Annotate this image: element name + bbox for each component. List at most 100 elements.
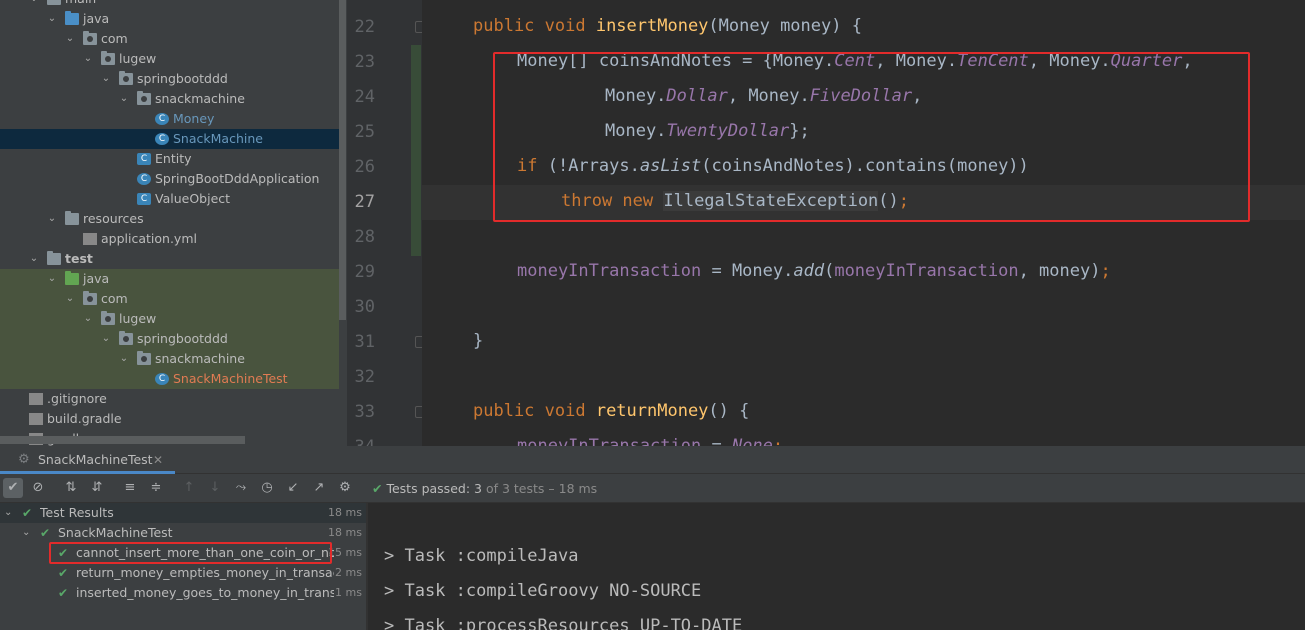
tree-item-snackmachinetest[interactable]: C SnackMachineTest bbox=[0, 369, 347, 389]
tree-item-lugew[interactable]: ⌄ lugew bbox=[0, 49, 347, 69]
console-output[interactable]: > Task :compileJava > Task :compileGroovy… bbox=[368, 503, 1305, 630]
line-number[interactable]: 24 bbox=[347, 87, 375, 107]
next-failed-icon[interactable]: ↓ bbox=[205, 478, 225, 498]
show-ignored-icon[interactable]: ⊘ bbox=[28, 478, 48, 498]
chevron-down-icon[interactable]: ⌄ bbox=[29, 0, 39, 9]
previous-failed-icon[interactable]: ↑ bbox=[179, 478, 199, 498]
tab-snackmachinetest[interactable]: ⚙ SnackMachineTest ✕ bbox=[0, 446, 175, 474]
line-number[interactable]: 31 bbox=[347, 332, 375, 352]
scrollbar-thumb[interactable] bbox=[339, 0, 346, 320]
package-icon bbox=[137, 351, 151, 365]
tree-item-lugew[interactable]: ⌄ lugew bbox=[0, 309, 347, 329]
tree-item-gitignore[interactable]: .gitignore bbox=[0, 389, 347, 409]
tree-item-label: ValueObject bbox=[155, 191, 231, 206]
tree-item-resources[interactable]: ⌄ resources bbox=[0, 209, 347, 229]
test-runner-toolbar: ✔ ⊘ ⇅ ⇵ ≡ ≑ ↑ ↓ ⤳ ◷ ↙ ↗ ⚙ ✔ Tests passed… bbox=[0, 474, 1305, 503]
chevron-down-icon[interactable]: ⌄ bbox=[65, 289, 75, 309]
line-number[interactable]: 25 bbox=[347, 122, 375, 142]
run-tool-window-tabs: ⚙ SnackMachineTest ✕ bbox=[0, 446, 1305, 474]
line-number[interactable]: 27 bbox=[347, 192, 375, 212]
sort-by-duration-icon[interactable]: ⇵ bbox=[87, 478, 107, 498]
open-icon[interactable]: ↗ bbox=[309, 478, 329, 498]
line-number[interactable]: 26 bbox=[347, 157, 375, 177]
sort-alphabetically-icon[interactable]: ⇅ bbox=[61, 478, 81, 498]
export-icon[interactable]: ↙ bbox=[283, 478, 303, 498]
project-vertical-scrollbar[interactable] bbox=[339, 0, 347, 446]
show-passed-icon[interactable]: ✔ bbox=[3, 478, 23, 498]
tree-item-valueobject[interactable]: C ValueObject bbox=[0, 189, 347, 209]
test-highlight-box bbox=[49, 542, 332, 564]
tree-item-springbootdddapplication[interactable]: C SpringBootDddApplication bbox=[0, 169, 347, 189]
tree-item-money[interactable]: C Money bbox=[0, 109, 347, 129]
tree-item-entity[interactable]: C Entity bbox=[0, 149, 347, 169]
chevron-down-icon[interactable]: ⌄ bbox=[4, 503, 12, 523]
abstract-class-icon: C bbox=[137, 193, 151, 205]
package-dot bbox=[141, 356, 147, 362]
passed-check-icon: ✔ bbox=[40, 526, 51, 540]
tree-item-label: lugew bbox=[119, 311, 157, 326]
chevron-down-icon[interactable]: ⌄ bbox=[47, 9, 57, 29]
tree-item-springbootddd[interactable]: ⌄ springbootddd bbox=[0, 329, 347, 349]
test-duration: 18 ms bbox=[328, 526, 362, 539]
test-name-label: inserted_money_goes_to_money_in_transact… bbox=[76, 585, 334, 600]
console-line: > Task :compileGroovy NO-SOURCE bbox=[384, 581, 702, 601]
package-icon bbox=[119, 331, 133, 345]
chevron-down-icon[interactable]: ⌄ bbox=[22, 523, 30, 543]
line-number[interactable]: 32 bbox=[347, 367, 375, 387]
test-duration: 15 ms bbox=[328, 546, 362, 559]
test-method-node[interactable]: ✔ inserted_money_goes_to_money_in_transac… bbox=[0, 583, 366, 603]
line-number[interactable]: 29 bbox=[347, 262, 375, 282]
tree-item-snackmachine[interactable]: ⌄ snackmachine bbox=[0, 349, 347, 369]
chevron-down-icon[interactable]: ⌄ bbox=[119, 349, 129, 369]
tree-item-springbootddd[interactable]: ⌄ springbootddd bbox=[0, 69, 347, 89]
line-number[interactable]: 23 bbox=[347, 52, 375, 72]
class-icon: C bbox=[155, 113, 169, 125]
tree-item-snackmachine[interactable]: C SnackMachine bbox=[0, 129, 347, 149]
tree-item-test[interactable]: ⌄ test bbox=[0, 249, 347, 269]
chevron-down-icon[interactable]: ⌄ bbox=[83, 49, 93, 69]
line-number[interactable]: 22 bbox=[347, 17, 375, 37]
collapse-all-icon[interactable]: ≑ bbox=[146, 478, 166, 498]
tree-item-java[interactable]: ⌄ java bbox=[0, 269, 347, 289]
tree-item-main[interactable]: ⌄ main bbox=[0, 0, 347, 9]
tree-item-java[interactable]: ⌄ java bbox=[0, 9, 347, 29]
expand-all-icon[interactable]: ≡ bbox=[120, 478, 140, 498]
gradle-file-icon bbox=[29, 413, 43, 425]
chevron-down-icon[interactable]: ⌄ bbox=[65, 29, 75, 49]
history-icon[interactable]: ◷ bbox=[257, 478, 277, 498]
tree-item-label: springbootddd bbox=[137, 71, 228, 86]
tree-item-com[interactable]: ⌄ com bbox=[0, 29, 347, 49]
tests-passed-detail: of 3 tests – 18 ms bbox=[485, 481, 598, 496]
chevron-down-icon[interactable]: ⌄ bbox=[119, 89, 129, 109]
tree-item-label: SnackMachine bbox=[173, 131, 263, 146]
close-icon[interactable]: ✕ bbox=[153, 446, 163, 474]
console-line: > Task :compileJava bbox=[384, 546, 579, 566]
test-results-root[interactable]: ⌄ ✔ Test Results 18 ms bbox=[0, 503, 366, 523]
test-class-node[interactable]: ⌄ ✔ SnackMachineTest 18 ms bbox=[0, 523, 366, 543]
tree-item-label: main bbox=[65, 0, 96, 9]
chevron-down-icon[interactable]: ⌄ bbox=[47, 209, 57, 229]
chevron-down-icon[interactable]: ⌄ bbox=[101, 329, 111, 349]
test-method-node[interactable]: ✔ return_money_empties_money_in_transacti… bbox=[0, 563, 366, 583]
chevron-down-icon[interactable]: ⌄ bbox=[47, 269, 57, 289]
import-tests-icon[interactable]: ⤳ bbox=[231, 478, 251, 498]
code-highlight-box bbox=[493, 52, 1250, 222]
settings-gear-icon[interactable]: ⚙ bbox=[335, 478, 355, 498]
tab-label: SnackMachineTest bbox=[38, 452, 153, 467]
class-icon: C bbox=[155, 133, 169, 145]
chevron-down-icon[interactable]: ⌄ bbox=[101, 69, 111, 89]
project-horizontal-scrollbar[interactable] bbox=[0, 436, 245, 444]
chevron-down-icon[interactable]: ⌄ bbox=[83, 309, 93, 329]
line-number[interactable]: 33 bbox=[347, 402, 375, 422]
line-number[interactable]: 30 bbox=[347, 297, 375, 317]
tree-item-application-yml[interactable]: application.yml bbox=[0, 229, 347, 249]
vcs-change-marker[interactable] bbox=[411, 45, 421, 256]
line-number[interactable]: 28 bbox=[347, 227, 375, 247]
passed-check-icon: ✔ bbox=[58, 586, 69, 600]
tree-item-build-gradle[interactable]: build.gradle bbox=[0, 409, 347, 429]
tree-item-com[interactable]: ⌄ com bbox=[0, 289, 347, 309]
tree-item-snackmachine[interactable]: ⌄ snackmachine bbox=[0, 89, 347, 109]
chevron-down-icon[interactable]: ⌄ bbox=[29, 249, 39, 269]
tree-item-label: lugew bbox=[119, 51, 157, 66]
folder-icon-green bbox=[65, 271, 79, 285]
